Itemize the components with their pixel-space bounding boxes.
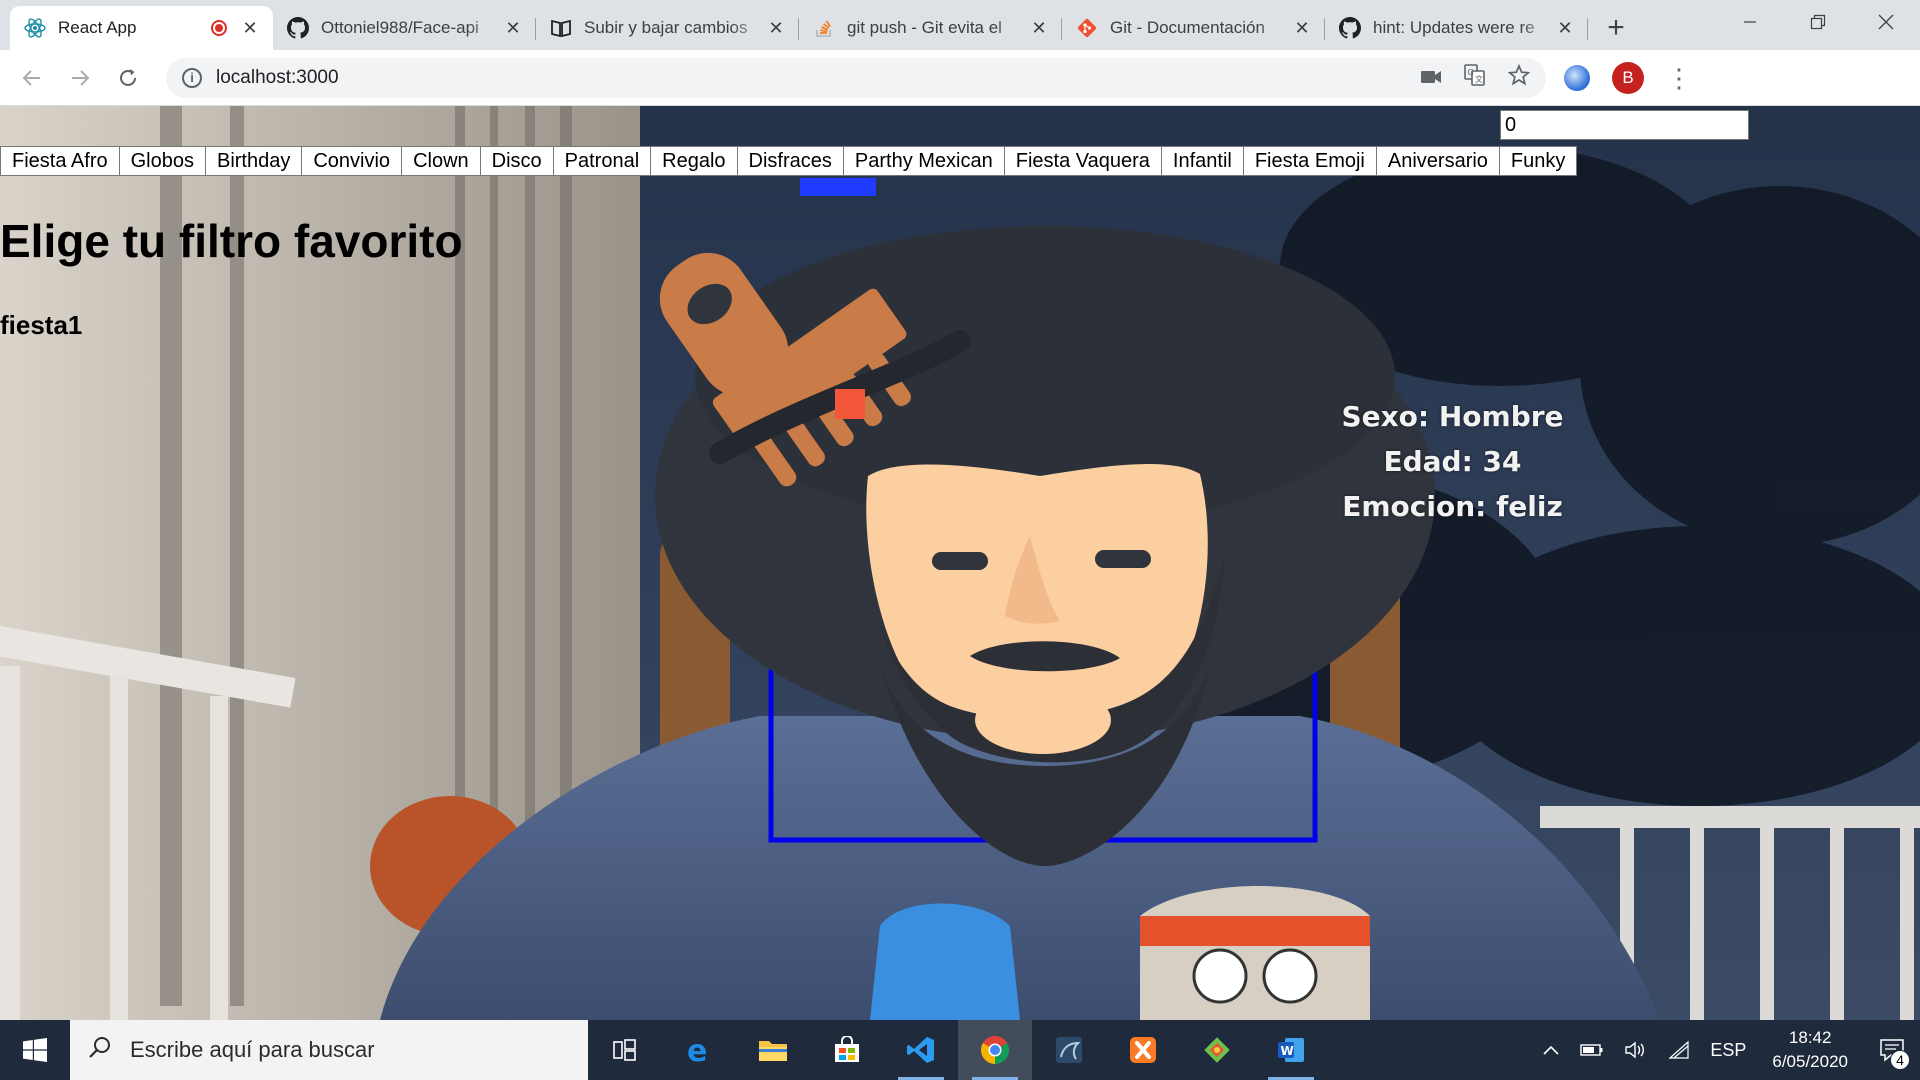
filter-button-funky[interactable]: Funky [1498, 146, 1578, 176]
action-center-button[interactable]: 4 [1864, 1020, 1920, 1080]
restore-button[interactable] [1784, 0, 1852, 44]
browser-toolbar: i localhost:3000 G文 B ⋮ [0, 50, 1920, 106]
filter-button-bar: Fiesta Afro Globos Birthday Convivio Clo… [0, 146, 1578, 176]
start-button[interactable] [0, 1020, 70, 1080]
camera-icon[interactable] [1420, 65, 1442, 91]
tab-git-documentacion[interactable]: Git - Documentación ✕ [1062, 6, 1325, 50]
filter-button-fiesta-afro[interactable]: Fiesta Afro [0, 146, 120, 176]
close-icon[interactable]: ✕ [767, 18, 785, 39]
search-icon [88, 1035, 112, 1065]
notification-count-badge: 4 [1890, 1050, 1910, 1070]
close-icon[interactable]: ✕ [1556, 18, 1574, 39]
git-gui-icon[interactable] [1180, 1020, 1254, 1080]
filter-button-parthy-mexican[interactable]: Parthy Mexican [842, 146, 1005, 176]
age-label: Edad: 34 [1383, 445, 1522, 478]
tab-title: git push - Git evita el [847, 18, 1002, 37]
extension-icon[interactable] [1564, 64, 1590, 91]
back-button[interactable] [14, 60, 50, 96]
profile-avatar[interactable]: B [1612, 61, 1644, 94]
sex-label: Sexo: Hombre [1341, 400, 1564, 433]
minimize-button[interactable] [1716, 0, 1784, 44]
book-icon [550, 17, 572, 39]
filter-button-patronal[interactable]: Patronal [552, 146, 652, 176]
counter-input[interactable] [1500, 110, 1749, 140]
filter-button-regalo[interactable]: Regalo [650, 146, 738, 176]
emotion-label: Emocion: feliz [1342, 490, 1563, 523]
face-detection-info: Sexo: Hombre Edad: 34 Emocion: feliz [1330, 394, 1575, 529]
close-icon[interactable]: ✕ [241, 18, 259, 39]
task-view-icon[interactable] [588, 1020, 662, 1080]
tab-react-app[interactable]: React App ✕ [10, 6, 273, 50]
chevron-up-icon[interactable] [1532, 1044, 1570, 1056]
filter-button-globos[interactable]: Globos [118, 146, 206, 176]
tab-title: Ottoniel988/Face-api [321, 18, 479, 37]
close-window-button[interactable] [1852, 0, 1920, 44]
tab-title: Subir y bajar cambios [584, 18, 748, 37]
address-bar[interactable]: i localhost:3000 G文 [166, 57, 1546, 98]
mysql-workbench-icon[interactable] [1032, 1020, 1106, 1080]
window-controls [1716, 0, 1920, 44]
filter-button-birthday[interactable]: Birthday [204, 146, 303, 176]
page-content: Fiesta Afro Globos Birthday Convivio Clo… [0, 106, 1920, 1020]
filter-button-fiesta-emoji[interactable]: Fiesta Emoji [1242, 146, 1377, 176]
reload-button[interactable] [110, 60, 146, 96]
system-tray: ESP 18:42 6/05/2020 4 [1532, 1020, 1920, 1080]
svg-text:文: 文 [1475, 74, 1483, 84]
new-tab-button[interactable]: + [1594, 6, 1638, 50]
file-explorer-icon[interactable] [736, 1020, 810, 1080]
filter-button-fiesta-vaquera[interactable]: Fiesta Vaquera [1003, 146, 1162, 176]
github-icon [287, 17, 309, 39]
language-indicator[interactable]: ESP [1700, 1040, 1756, 1061]
close-icon[interactable]: ✕ [1293, 18, 1311, 39]
xampp-icon[interactable] [1106, 1020, 1180, 1080]
forward-button[interactable] [62, 60, 98, 96]
search-placeholder: Escribe aquí para buscar [130, 1037, 375, 1062]
tab-title: React App [58, 18, 137, 37]
tab-github-face-api[interactable]: Ottoniel988/Face-api ✕ [273, 6, 536, 50]
battery-icon[interactable] [1570, 1043, 1614, 1057]
git-icon [1076, 17, 1098, 39]
bookmark-star-icon[interactable] [1507, 63, 1531, 92]
svg-text:e: e [687, 1035, 707, 1065]
tab-strip: React App ✕ Ottoniel988/Face-api ✕ Subir… [0, 0, 1920, 50]
filter-button-disfraces[interactable]: Disfraces [736, 146, 844, 176]
wifi-icon[interactable] [1658, 1040, 1700, 1060]
react-icon [24, 17, 46, 39]
svg-text:G: G [1468, 68, 1474, 77]
volume-icon[interactable] [1614, 1040, 1658, 1060]
filter-button-infantil[interactable]: Infantil [1160, 146, 1244, 176]
clock-time: 18:42 [1788, 1028, 1832, 1047]
translate-icon[interactable]: G文 [1464, 63, 1486, 92]
vscode-icon[interactable] [884, 1020, 958, 1080]
tab-title: hint: Updates were re [1373, 18, 1535, 37]
clock-date: 6/05/2020 [1772, 1052, 1848, 1071]
windows-taskbar: Escribe aquí para buscar e W ESP 18:42 6… [0, 1020, 1920, 1080]
filter-button-clown[interactable]: Clown [401, 146, 481, 176]
info-icon[interactable]: i [182, 67, 202, 88]
tab-git-push[interactable]: git push - Git evita el ✕ [799, 6, 1062, 50]
close-icon[interactable]: ✕ [504, 18, 522, 39]
page-title: Elige tu filtro favorito [0, 215, 463, 267]
stackoverflow-icon [813, 17, 835, 39]
recording-indicator-icon [211, 20, 227, 36]
microsoft-store-icon[interactable] [810, 1020, 884, 1080]
filter-button-disco[interactable]: Disco [479, 146, 554, 176]
svg-text:W: W [1281, 1044, 1294, 1058]
clock[interactable]: 18:42 6/05/2020 [1756, 1026, 1864, 1074]
address-url: localhost:3000 [216, 66, 339, 88]
selected-filter-label: fiesta1 [0, 310, 83, 340]
github-icon [1339, 17, 1361, 39]
edge-browser-icon[interactable]: e [662, 1020, 736, 1080]
tab-subir-bajar[interactable]: Subir y bajar cambios ✕ [536, 6, 799, 50]
word-icon[interactable]: W [1254, 1020, 1328, 1080]
chrome-icon[interactable] [958, 1020, 1032, 1080]
filter-button-aniversario[interactable]: Aniversario [1375, 146, 1500, 176]
taskbar-search[interactable]: Escribe aquí para buscar [70, 1020, 588, 1080]
windows-logo-icon [23, 1038, 47, 1062]
close-icon[interactable]: ✕ [1030, 18, 1048, 39]
tab-hint-updates[interactable]: hint: Updates were re ✕ [1325, 6, 1588, 50]
menu-kebab-icon[interactable]: ⋮ [1666, 65, 1692, 91]
filter-button-convivio[interactable]: Convivio [301, 146, 403, 176]
tab-title: Git - Documentación [1110, 18, 1265, 37]
